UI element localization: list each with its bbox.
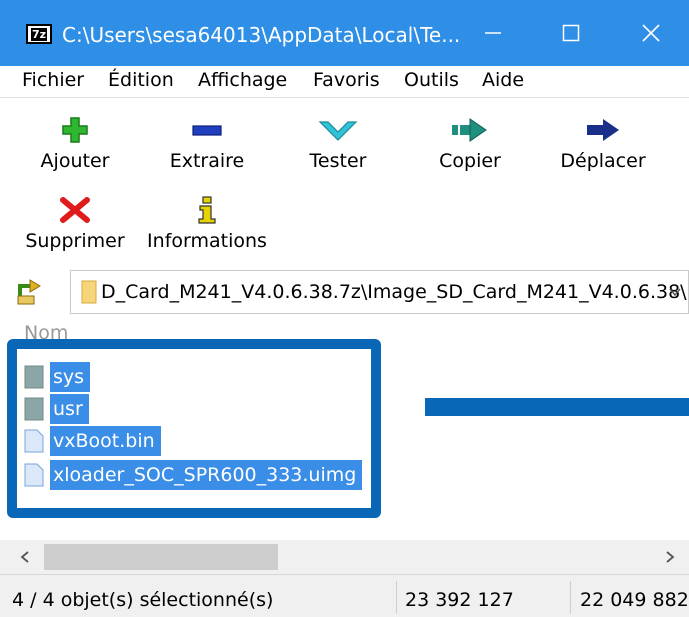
horizontal-scrollbar[interactable] xyxy=(0,540,689,574)
scroll-left-icon[interactable] xyxy=(20,551,30,563)
annotation-line xyxy=(425,398,689,416)
plus-icon xyxy=(62,117,88,143)
window-title: C:\Users\sesa64013\AppData\Local\Te... xyxy=(62,23,461,47)
address-bar[interactable]: D_Card_M241_V4.0.6.38.7z\Image_SD_Card_M… xyxy=(70,270,689,314)
delete-button[interactable]: Supprimer xyxy=(15,192,135,268)
menu-fichier[interactable]: Fichier xyxy=(22,68,84,92)
parent-folder-icon[interactable] xyxy=(16,278,46,306)
close-button[interactable] xyxy=(612,0,689,66)
chevron-down-icon[interactable] xyxy=(668,285,682,299)
minimize-button[interactable] xyxy=(454,0,532,66)
check-icon xyxy=(318,121,358,141)
maximize-button[interactable] xyxy=(532,0,610,66)
move-label: Déplacer xyxy=(560,150,646,172)
move-button[interactable]: Déplacer xyxy=(543,112,663,188)
copy-label: Copier xyxy=(439,150,501,172)
copy-arrow-icon xyxy=(452,118,487,142)
info-button[interactable]: Informations xyxy=(147,192,267,268)
delete-label: Supprimer xyxy=(25,230,125,252)
annotation-highlight-box xyxy=(7,339,381,518)
minimize-icon xyxy=(485,32,501,34)
status-bar: 4 / 4 objet(s) sélectionné(s) 23 392 127… xyxy=(0,574,689,617)
info-label: Informations xyxy=(147,230,267,252)
close-icon xyxy=(642,24,660,42)
scrollbar-thumb[interactable] xyxy=(44,544,278,570)
minus-icon xyxy=(192,125,222,136)
extract-button[interactable]: Extraire xyxy=(147,112,267,188)
address-path: D_Card_M241_V4.0.6.38.7z\Image_SD_Card_M… xyxy=(101,281,687,303)
size-status: 23 392 127 xyxy=(405,589,514,611)
info-icon xyxy=(198,196,216,224)
menu-aide[interactable]: Aide xyxy=(482,68,524,92)
delete-x-icon xyxy=(60,197,90,223)
7zip-app-icon[interactable]: 7z xyxy=(26,24,52,44)
address-row: D_Card_M241_V4.0.6.38.7z\Image_SD_Card_M… xyxy=(0,266,689,318)
packed-size-status: 22 049 882 xyxy=(580,589,689,611)
test-label: Tester xyxy=(309,150,367,172)
move-arrow-icon xyxy=(587,119,619,141)
folder-icon xyxy=(81,280,97,304)
scroll-right-icon[interactable] xyxy=(665,551,675,563)
menu-edition[interactable]: Édition xyxy=(108,68,174,92)
menu-affichage[interactable]: Affichage xyxy=(198,68,287,92)
status-divider xyxy=(396,581,397,614)
test-button[interactable]: Tester xyxy=(278,112,398,188)
add-label: Ajouter xyxy=(40,150,110,172)
extract-label: Extraire xyxy=(169,150,245,172)
menu-bar: Fichier Édition Affichage Favoris Outils… xyxy=(0,66,689,94)
add-button[interactable]: Ajouter xyxy=(15,112,135,188)
menu-outils[interactable]: Outils xyxy=(404,68,459,92)
title-bar: 7z C:\Users\sesa64013\AppData\Local\Te..… xyxy=(0,0,689,66)
maximize-icon xyxy=(562,24,580,42)
selection-status: 4 / 4 objet(s) sélectionné(s) xyxy=(12,589,274,611)
status-divider xyxy=(570,581,571,614)
copy-button[interactable]: Copier xyxy=(410,112,530,188)
menu-favoris[interactable]: Favoris xyxy=(313,68,380,92)
menu-separator xyxy=(0,97,689,98)
